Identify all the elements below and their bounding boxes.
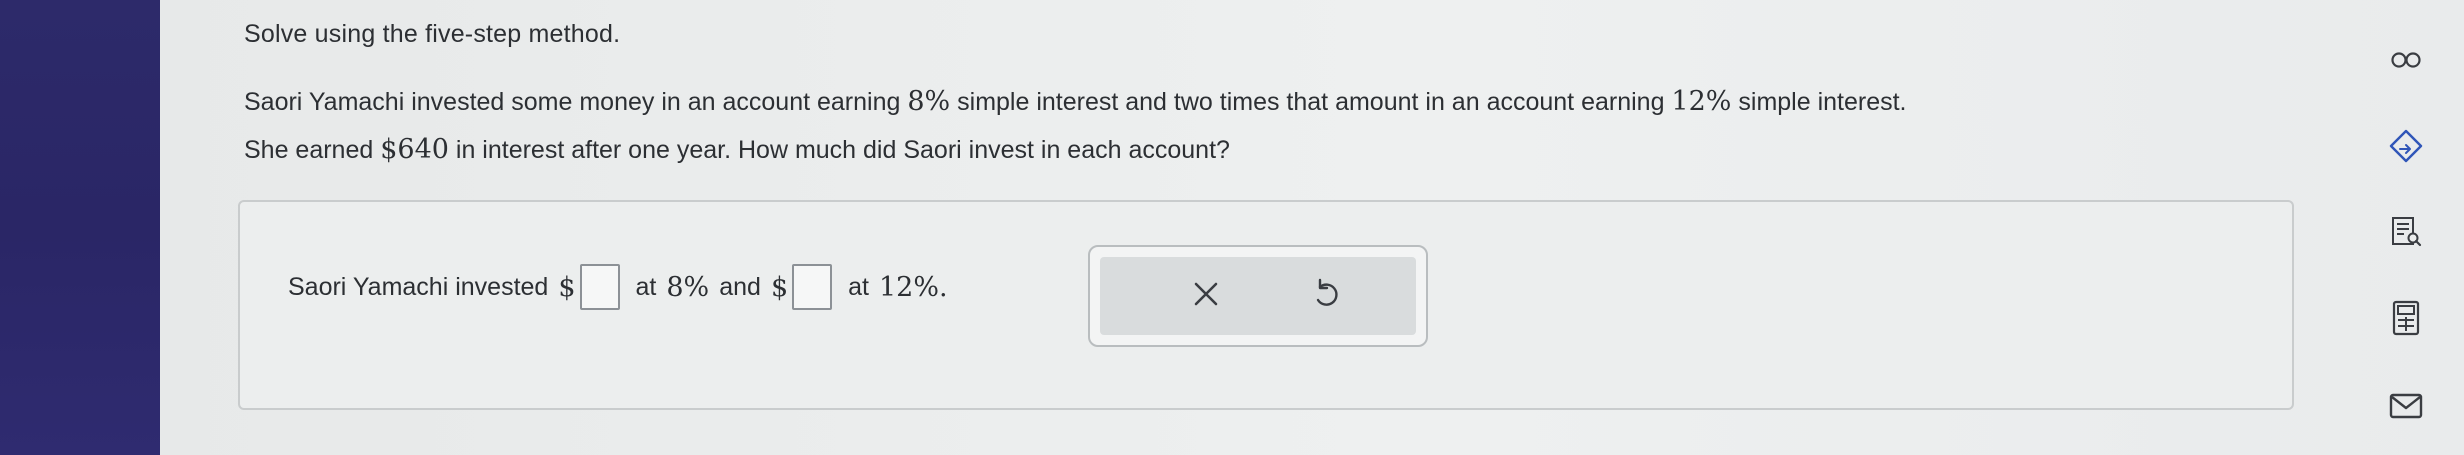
undo-button[interactable]: [1276, 257, 1376, 335]
answer-prefix: Saori Yamachi invested: [288, 272, 549, 301]
problem-amount: $640: [380, 134, 449, 165]
answer-tools-inner: [1100, 257, 1416, 335]
calculator-icon[interactable]: [2384, 296, 2428, 340]
problem-statement: Saori Yamachi invested some money in an …: [244, 78, 2284, 174]
at-text-2: at: [848, 272, 869, 301]
problem-rate-2: 12%: [1671, 86, 1732, 117]
problem-text-1: Saori Yamachi invested some money in an …: [244, 88, 908, 116]
left-sidebar-band: [0, 0, 160, 455]
tag-arrow-icon[interactable]: [2384, 124, 2428, 168]
problem-text-2: simple interest and two times that amoun…: [950, 88, 1672, 116]
undo-icon: [1311, 277, 1341, 316]
infinity-icon[interactable]: [2384, 38, 2428, 82]
problem-text-4: She earned: [244, 136, 381, 164]
answer-rate-2: 12%.: [878, 271, 948, 303]
dollar-sign-1: $: [558, 271, 576, 303]
amount-12-percent-input[interactable]: [792, 264, 833, 310]
clear-button[interactable]: [1156, 257, 1256, 335]
answer-tools: [1088, 245, 1428, 347]
answer-rate-1: 8%: [666, 271, 710, 303]
instruction-text: Solve using the five-step method.: [244, 20, 621, 48]
problem-rate-1: 8%: [907, 86, 951, 117]
list-search-icon[interactable]: [2384, 210, 2428, 254]
at-text-1: at: [635, 272, 657, 301]
amount-8-percent-input[interactable]: [579, 264, 620, 310]
right-tool-rail: [2360, 0, 2464, 455]
dollar-sign-2: $: [770, 271, 789, 303]
mail-icon[interactable]: [2384, 384, 2428, 428]
problem-text-5: in interest after one year. How much did…: [448, 136, 1230, 164]
answer-sentence: Saori Yamachi invested $ at 8% and $ at …: [288, 264, 948, 310]
and-text: and: [719, 272, 761, 301]
problem-text-3: simple interest.: [1731, 88, 1907, 116]
x-icon: [1191, 279, 1221, 314]
